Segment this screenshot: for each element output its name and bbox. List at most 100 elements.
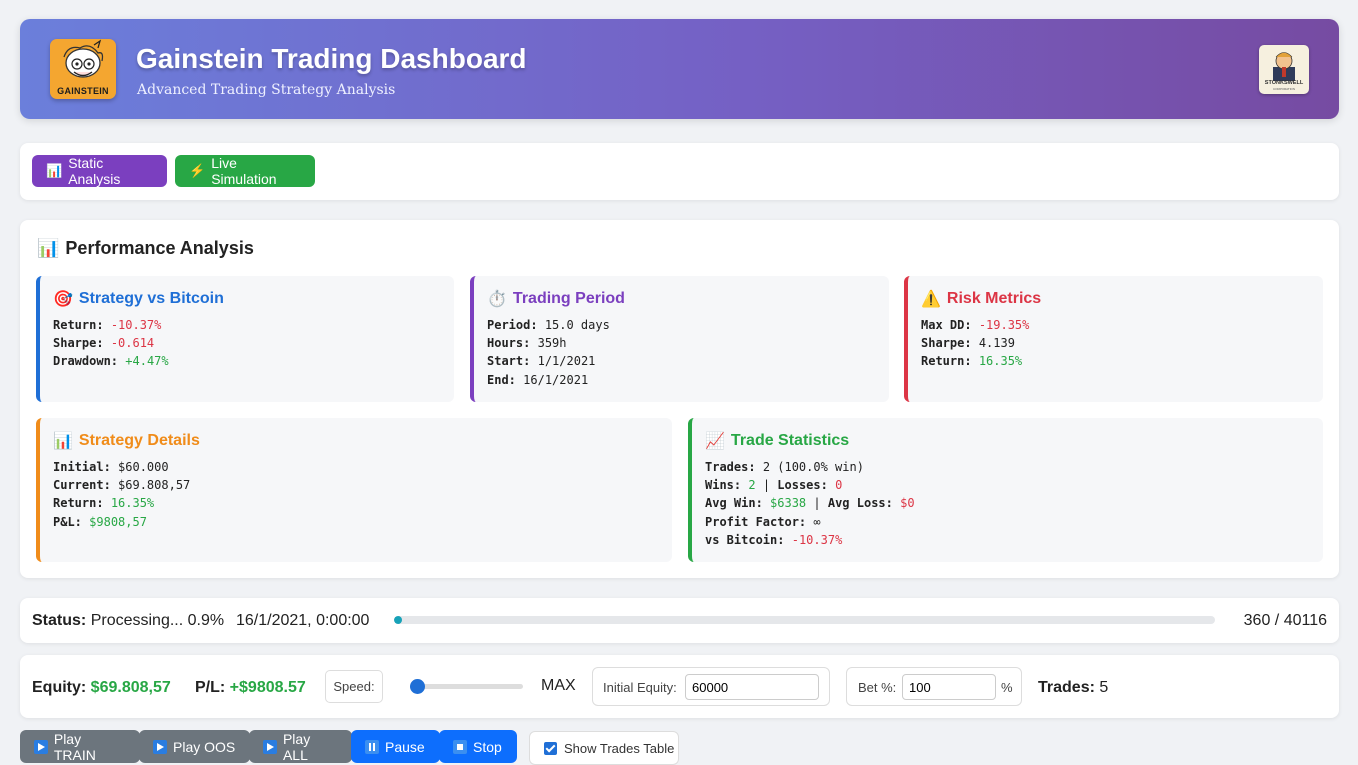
trades-value: 5 xyxy=(1099,679,1109,696)
return-value: 16.35% xyxy=(978,354,1023,369)
avgwin-value: $6338 xyxy=(770,496,807,511)
avgloss-value: $0 xyxy=(900,496,915,511)
mode-tabs: 📊 Static Analysis ⚡ Live Simulation xyxy=(20,143,1339,200)
show-trades-label: Show Trades Table xyxy=(564,740,675,756)
trades-label: Trades: xyxy=(1038,679,1095,696)
vs-bitcoin-label: vs Bitcoin: xyxy=(705,532,785,547)
card-body: Max DD: -19.35% Sharpe: 4.139 Return: 16… xyxy=(921,316,1029,371)
speed-slider[interactable] xyxy=(410,679,523,694)
trend-chart-icon: 📈 xyxy=(705,433,725,450)
profit-factor-label: Profit Factor: xyxy=(705,514,807,529)
pl-label: P/L: xyxy=(195,679,226,696)
current-value: $69.808,57 xyxy=(118,478,191,493)
equity-display: Equity: $69.808,57 xyxy=(32,679,171,697)
return-label: Return: xyxy=(53,496,104,511)
card-risk-metrics: ⚠️ Risk Metrics Max DD: -19.35% Sharpe: … xyxy=(904,276,1323,402)
trades-display: Trades: 5 xyxy=(1038,679,1108,697)
status-text: Status: Processing... 0.9% xyxy=(32,612,224,630)
period-value: 15.0 days xyxy=(544,318,610,332)
card-body: Return: -10.37% Sharpe: -0.614 Drawdown:… xyxy=(53,316,169,371)
wins-value: 2 xyxy=(748,478,756,493)
avgloss-label: Avg Loss: xyxy=(827,496,893,511)
bet-unit: % xyxy=(1001,680,1013,695)
performance-title: Performance Analysis xyxy=(65,238,254,258)
play-all-button[interactable]: Play ALL xyxy=(249,730,352,763)
play-train-button[interactable]: Play TRAIN xyxy=(20,730,140,763)
initial-equity-group: Initial Equity: xyxy=(592,667,830,706)
wins-label: Wins: xyxy=(705,478,742,493)
target-icon: 🎯 xyxy=(53,291,73,308)
bet-percent-input[interactable] xyxy=(902,674,996,700)
dashboard-header: GAINSTEIN Gainstein Trading Dashboard Ad… xyxy=(20,19,1339,119)
warning-icon: ⚠️ xyxy=(921,291,941,308)
bet-label: Bet %: xyxy=(858,680,897,695)
drawdown-value: +4.47% xyxy=(125,354,169,369)
pause-button[interactable]: Pause xyxy=(351,730,440,763)
separator: | xyxy=(755,478,778,493)
bar-chart-icon: 📊 xyxy=(53,433,73,450)
stonkswell-logo: STONKSWELL CORPORATION xyxy=(1259,45,1309,94)
sharpe-value: 4.139 xyxy=(978,336,1015,351)
play-oos-button[interactable]: Play OOS xyxy=(139,730,250,763)
play-icon xyxy=(34,739,48,754)
speed-label: Speed: xyxy=(325,670,383,703)
card-trading-period: ⏱️ Trading Period Period: 15.0 days Hour… xyxy=(470,276,889,402)
play-oos-label: Play OOS xyxy=(173,738,236,755)
progress-bar xyxy=(394,616,1215,624)
performance-title-row: 📊 Performance Analysis xyxy=(37,238,254,259)
partner-logo-text: STONKSWELL xyxy=(1264,80,1304,86)
play-train-label: Play TRAIN xyxy=(53,730,96,763)
card-title-row: 🎯 Strategy vs Bitcoin xyxy=(53,289,224,309)
gainstein-logo: GAINSTEIN xyxy=(50,39,116,99)
tab-static-analysis[interactable]: 📊 Static Analysis xyxy=(32,155,167,187)
avgwin-label: Avg Win: xyxy=(705,496,763,511)
stopwatch-icon: ⏱️ xyxy=(487,291,507,308)
card-title: Risk Metrics xyxy=(946,290,1042,307)
card-strategy-vs-bitcoin: 🎯 Strategy vs Bitcoin Return: -10.37% Sh… xyxy=(36,276,454,402)
speed-value: MAX xyxy=(541,677,576,694)
start-label: Start: xyxy=(487,354,531,369)
play-icon xyxy=(153,739,167,754)
controls-bar: Equity: $69.808,57 P/L: +$9808.57 Speed:… xyxy=(20,655,1339,718)
return-label: Return: xyxy=(53,318,104,332)
card-strategy-details: 📊 Strategy Details Initial: $60.000 Curr… xyxy=(36,418,672,562)
card-body: Initial: $60.000 Current: $69.808,57 Ret… xyxy=(53,458,190,531)
bet-percent-group: Bet %: % xyxy=(846,667,1022,706)
separator: | xyxy=(806,496,828,511)
show-trades-toggle[interactable]: Show Trades Table xyxy=(529,731,679,765)
initial-label: Initial: xyxy=(53,460,111,474)
pause-label: Pause xyxy=(385,738,425,755)
card-title: Trading Period xyxy=(512,290,625,307)
bar-chart-icon: 📊 xyxy=(46,163,63,178)
maxdd-value: -19.35% xyxy=(978,318,1030,332)
initial-equity-input[interactable] xyxy=(685,674,819,700)
hours-value: 359h xyxy=(537,336,567,351)
sharpe-label: Sharpe: xyxy=(921,336,972,351)
card-body: Trades: 2 (100.0% win) Wins: 2 | Losses:… xyxy=(705,458,915,549)
status-timestamp: 16/1/2021, 0:00:00 xyxy=(236,612,370,629)
maxdd-label: Max DD: xyxy=(921,318,972,332)
trades-label: Trades: xyxy=(705,460,756,474)
progress-count: 360 / 40116 xyxy=(1243,612,1327,629)
pl-label: P&L: xyxy=(53,514,82,529)
pl-value: +$9808.57 xyxy=(229,679,306,696)
card-trade-statistics: 📈 Trade Statistics Trades: 2 (100.0% win… xyxy=(688,418,1323,562)
card-title: Strategy vs Bitcoin xyxy=(78,290,224,307)
card-title: Strategy Details xyxy=(78,432,200,449)
play-all-label: Play ALL xyxy=(282,730,311,763)
page-subtitle: Advanced Trading Strategy Analysis xyxy=(137,82,396,98)
sharpe-label: Sharpe: xyxy=(53,336,104,351)
stop-button[interactable]: Stop xyxy=(439,730,517,763)
lightning-icon: ⚡ xyxy=(189,163,206,178)
tab-live-simulation[interactable]: ⚡ Live Simulation xyxy=(175,155,315,187)
vs-bitcoin-value: -10.37% xyxy=(791,532,843,547)
equity-label: Equity: xyxy=(32,679,87,696)
bar-chart-icon: 📊 xyxy=(37,238,60,258)
speed-slider-handle[interactable] xyxy=(410,679,425,694)
return-label: Return: xyxy=(921,354,972,369)
card-title: Trade Statistics xyxy=(730,432,850,449)
status-value: Processing... 0.9% xyxy=(90,612,225,629)
pl-value: $9808,57 xyxy=(89,514,147,529)
return-value: -10.37% xyxy=(110,318,162,332)
checkbox-checked-icon[interactable] xyxy=(544,741,557,755)
